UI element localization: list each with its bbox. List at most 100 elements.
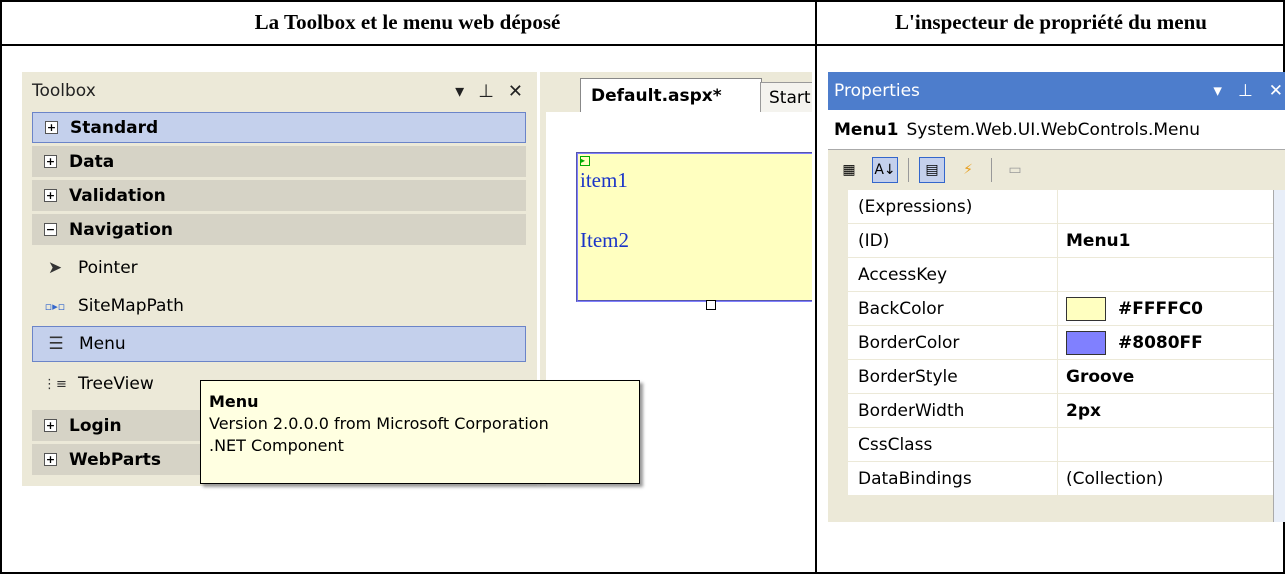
property-value[interactable]: Groove <box>1058 360 1285 393</box>
property-value: #8080FF <box>1118 332 1203 353</box>
properties-title-bar: Properties ▾ ⊥ ✕ <box>828 72 1285 110</box>
expand-icon: + <box>44 189 57 202</box>
properties-panel: Properties ▾ ⊥ ✕ Menu1 System.Web.UI.Web… <box>828 72 1285 522</box>
properties-icon[interactable]: ▤ <box>919 157 945 183</box>
sitemappath-icon: ▫▸▫ <box>44 299 66 313</box>
vertical-scrollbar[interactable] <box>1273 190 1285 522</box>
tool-label: Pointer <box>78 258 138 278</box>
property-row[interactable]: (Expressions) <box>828 190 1285 224</box>
color-swatch <box>1066 296 1106 321</box>
property-name: AccessKey <box>848 258 1058 291</box>
right-column-header: L'inspecteur de propriété du menu <box>895 9 1207 34</box>
property-name: BorderColor <box>848 326 1058 359</box>
menu-tooltip: Menu Version 2.0.0.0 from Microsoft Corp… <box>200 380 640 484</box>
category-login[interactable]: + Login <box>32 410 202 441</box>
menu-item-2[interactable]: Item2 <box>580 228 629 253</box>
alphabetical-icon[interactable]: A↓ <box>872 157 898 183</box>
close-icon[interactable]: ✕ <box>1269 81 1283 101</box>
expand-icon: + <box>44 155 57 168</box>
property-row[interactable]: BorderStyle Groove <box>828 360 1285 394</box>
property-value[interactable] <box>1058 428 1285 461</box>
tab-default-aspx[interactable]: Default.aspx* <box>580 78 762 112</box>
property-grid: (Expressions) (ID) Menu1 AccessKey BackC… <box>828 190 1285 496</box>
pin-icon[interactable]: ⊥ <box>1238 81 1253 101</box>
category-standard[interactable]: + Standard <box>32 112 526 143</box>
dropdown-icon[interactable]: ▾ <box>1213 81 1222 101</box>
toolbox-title: Toolbox <box>32 81 96 101</box>
resize-handle[interactable] <box>706 300 716 310</box>
menu-item-1[interactable]: item1 <box>580 168 628 193</box>
document-tab-bar: Default.aspx* Start <box>546 72 812 112</box>
categorized-icon[interactable]: ▦ <box>836 157 862 183</box>
object-selector[interactable]: Menu1 System.Web.UI.WebControls.Menu <box>828 110 1285 150</box>
toolbox-title-bar: Toolbox ▾ ⊥ ✕ <box>22 72 537 110</box>
tool-sitemappath[interactable]: ▫▸▫ SiteMapPath <box>32 288 526 324</box>
tooltip-kind: .NET Component <box>209 436 344 455</box>
tooltip-version: Version 2.0.0.0 from Microsoft Corporati… <box>209 414 549 433</box>
category-label: Standard <box>70 117 159 138</box>
collapse-icon: − <box>44 223 57 236</box>
category-navigation[interactable]: − Navigation <box>32 214 526 245</box>
toolbar-separator <box>991 158 992 182</box>
property-value-cell[interactable]: #FFFFC0 <box>1058 292 1285 325</box>
object-type: System.Web.UI.WebControls.Menu <box>906 119 1201 140</box>
close-icon[interactable]: ✕ <box>508 81 523 102</box>
object-name: Menu1 <box>834 119 899 140</box>
category-validation[interactable]: + Validation <box>32 180 526 211</box>
header-divider <box>0 44 1285 46</box>
properties-title: Properties <box>834 81 920 101</box>
treeview-icon: ⋮≡ <box>43 376 67 392</box>
category-label: Data <box>69 151 115 172</box>
property-name: (ID) <box>848 224 1058 257</box>
property-value-cell[interactable]: #8080FF <box>1058 326 1285 359</box>
menu-icon: ☰ <box>48 334 64 354</box>
category-label: WebParts <box>69 449 161 470</box>
property-name: CssClass <box>848 428 1058 461</box>
property-pages-icon[interactable]: ▭ <box>1002 157 1028 183</box>
property-name: BorderWidth <box>848 394 1058 427</box>
property-row[interactable]: BorderColor #8080FF <box>828 326 1285 360</box>
tool-menu[interactable]: ☰ Menu <box>32 326 526 362</box>
category-label: Login <box>69 415 122 436</box>
category-webparts[interactable]: + WebParts <box>32 444 202 475</box>
category-data[interactable]: + Data <box>32 146 526 177</box>
pin-icon[interactable]: ⊥ <box>478 81 494 102</box>
tool-label: TreeView <box>78 374 154 394</box>
property-value[interactable] <box>1058 258 1285 291</box>
menu-control[interactable]: ▸ item1 Item2 <box>576 152 812 302</box>
property-name: DataBindings <box>848 462 1058 495</box>
expand-icon: + <box>44 419 57 432</box>
category-label: Navigation <box>69 219 173 240</box>
properties-toolbar: ▦ A↓ ▤ ⚡ ▭ <box>828 150 1285 190</box>
property-row[interactable]: BorderWidth 2px <box>828 394 1285 428</box>
category-label: Validation <box>69 185 166 206</box>
property-value[interactable]: (Collection) <box>1058 462 1285 495</box>
expand-icon: + <box>44 453 57 466</box>
tab-start[interactable]: Start <box>760 82 812 112</box>
property-value: #FFFFC0 <box>1118 298 1203 319</box>
property-row[interactable]: DataBindings (Collection) <box>828 462 1285 496</box>
tool-pointer[interactable]: ➤ Pointer <box>32 250 526 286</box>
tooltip-title: Menu <box>209 392 259 411</box>
property-name: BackColor <box>848 292 1058 325</box>
color-swatch <box>1066 330 1106 355</box>
dropdown-icon[interactable]: ▾ <box>455 81 464 102</box>
events-icon[interactable]: ⚡ <box>955 157 981 183</box>
left-column-header: La Toolbox et le menu web déposé <box>254 9 561 34</box>
property-row[interactable]: AccessKey <box>828 258 1285 292</box>
property-row[interactable]: BackColor #FFFFC0 <box>828 292 1285 326</box>
property-name: (Expressions) <box>848 190 1058 223</box>
property-row[interactable]: (ID) Menu1 <box>828 224 1285 258</box>
expand-icon: + <box>45 121 58 134</box>
property-value[interactable]: Menu1 <box>1058 224 1285 257</box>
column-divider <box>815 0 817 574</box>
tool-label: SiteMapPath <box>78 296 184 316</box>
property-value[interactable] <box>1058 190 1285 223</box>
property-name: BorderStyle <box>848 360 1058 393</box>
property-value[interactable]: 2px <box>1058 394 1285 427</box>
property-row[interactable]: CssClass <box>828 428 1285 462</box>
smart-tag-icon[interactable]: ▸ <box>580 156 590 166</box>
pointer-icon: ➤ <box>47 258 63 278</box>
toolbar-separator <box>908 158 909 182</box>
tool-label: Menu <box>79 334 126 354</box>
